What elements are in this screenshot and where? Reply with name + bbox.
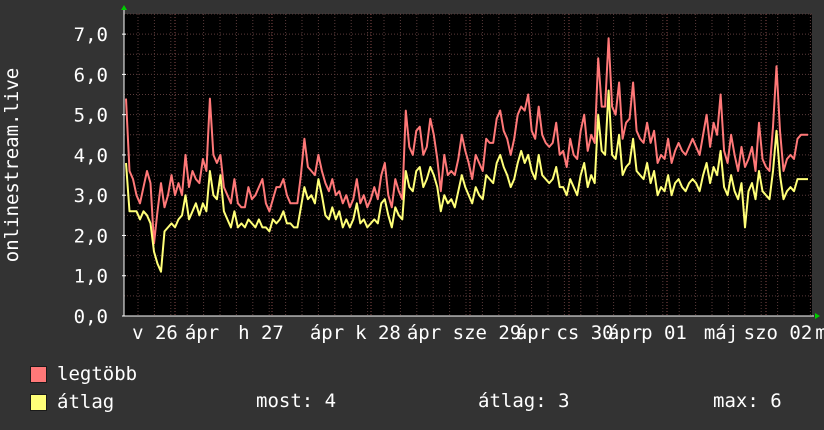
chart: 0,01,02,03,04,05,06,07,0 v 26 ápr h 27 ápr k… (1, 5, 824, 344)
x-tick-label: k 28 (355, 322, 401, 344)
x-tick-label: ápr (310, 322, 344, 344)
x-tick-label: szo 02 (744, 322, 813, 344)
y-tick-labels: 0,0 1,0 2,0 3,0 4,0 5,0 6,0 7,0 (74, 24, 108, 328)
x-axis-arrow (815, 313, 820, 319)
y-axis-label: onlinestream.live (1, 68, 23, 262)
y-tick-label: 2,0 (74, 225, 108, 247)
legend-swatch-max (30, 365, 47, 383)
legend-swatch-avg (30, 393, 47, 411)
plot-area (124, 14, 812, 316)
legend-label-max: legtöbb (57, 363, 138, 385)
x-tick-label: ápr (608, 322, 642, 344)
legend-item-avg: átlag (30, 391, 114, 413)
stat-average: átlag: 3 (478, 390, 570, 412)
x-tick-label: cs 30 (556, 322, 613, 344)
y-tick-label: 0,0 (74, 306, 108, 328)
y-tick-label: 7,0 (74, 24, 108, 46)
x-tick-label: ápr (407, 322, 441, 344)
x-tick-label: v 26 (132, 322, 178, 344)
x-tick-label: p 01 (641, 322, 687, 344)
stat-current: most: 4 (256, 390, 337, 412)
y-axis-arrow (121, 5, 127, 10)
legend-item-max: legtöbb (30, 363, 137, 385)
x-tick-label: ápr (185, 322, 219, 344)
x-tick-label: ápr (516, 322, 550, 344)
x-tick-labels: v 26 ápr h 27 ápr k 28 ápr sze 29ápr cs 30áprp … (132, 322, 824, 344)
y-tick-label: 3,0 (74, 185, 108, 207)
x-tick-label: máj (704, 322, 738, 344)
x-tick-label: h 27 (238, 322, 284, 344)
x-tick-label: sze 29 (453, 322, 522, 344)
y-tick-label: 6,0 (74, 64, 108, 86)
y-tick-label: 4,0 (74, 145, 108, 167)
y-tick-label: 5,0 (74, 105, 108, 127)
legend-label-avg: átlag (57, 391, 115, 413)
y-tick-label: 1,0 (74, 266, 108, 288)
stat-max: max: 6 (713, 390, 782, 412)
x-tick-label: m (815, 322, 824, 344)
